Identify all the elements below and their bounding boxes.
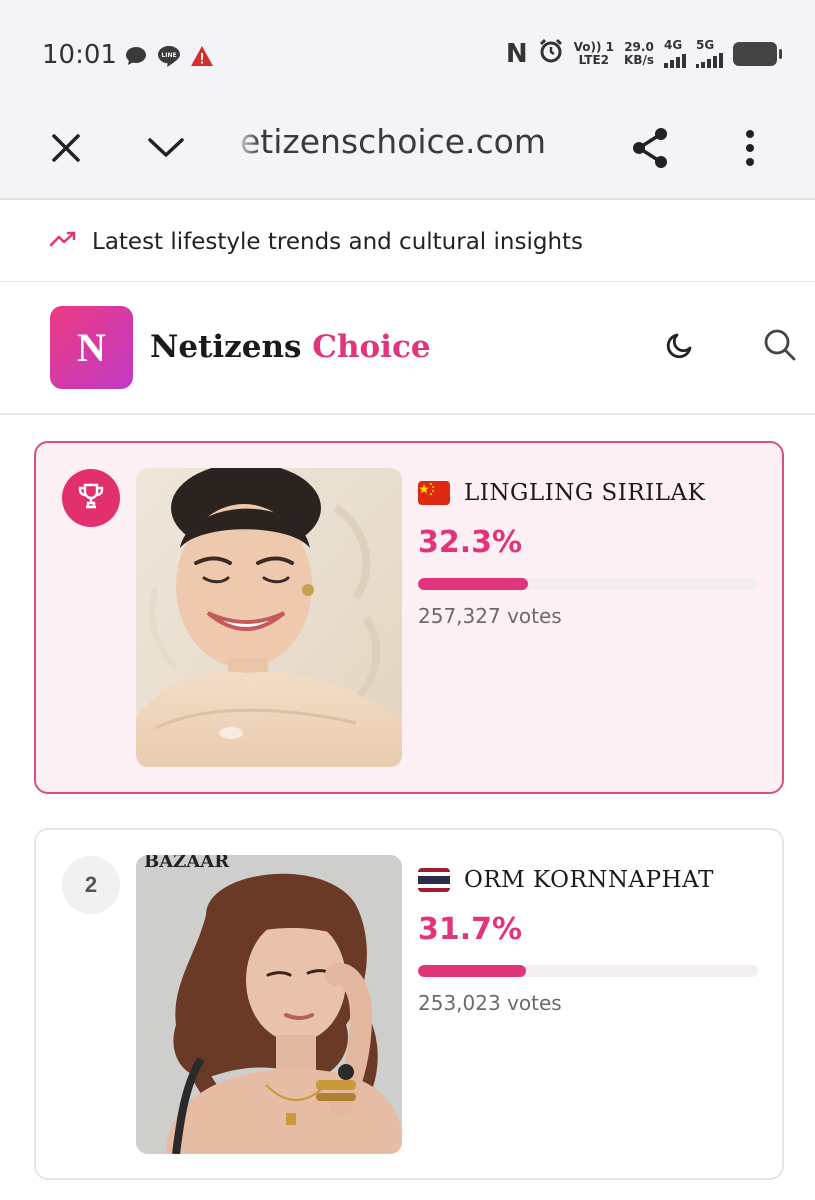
candidate-info: ORM KORNNAPHAT 31.7% 253,023 votes <box>418 864 758 1015</box>
moon-icon <box>664 329 696 366</box>
vote-progress-fill <box>418 965 526 977</box>
status-bar: 10:01 LINE N Vo)) 1 LTE2 29.0 KB/s 4G 5G <box>0 0 815 100</box>
trending-up-icon <box>49 231 76 252</box>
lte-label: LTE2 <box>578 52 610 67</box>
close-tab-button[interactable] <box>38 122 94 178</box>
svg-text:LINE: LINE <box>161 52 176 59</box>
share-button[interactable] <box>622 122 678 178</box>
more-options-button[interactable] <box>722 122 778 178</box>
rank-number: 2 <box>84 872 98 897</box>
trend-banner[interactable]: Latest lifestyle trends and cultural ins… <box>0 202 815 282</box>
system-icons: N Vo)) 1 LTE2 29.0 KB/s 4G 5G <box>506 38 782 69</box>
site-header: N Netizens Choice <box>0 283 815 415</box>
vote-progress-bar <box>418 965 758 977</box>
thailand-flag-icon <box>418 868 450 892</box>
net-speed: 29.0 KB/s <box>624 39 654 67</box>
candidate-info: LINGLING SIRILAK 32.3% 257,327 votes <box>418 477 758 628</box>
browser-toolbar: etizenschoice.com <box>0 100 815 200</box>
candidate-name-row: ORM KORNNAPHAT <box>418 864 758 896</box>
candidate-photo: BAZAAR <box>136 855 402 1154</box>
trend-text: Latest lifestyle trends and cultural ins… <box>92 228 584 255</box>
sim2-signal: 5G <box>696 39 723 68</box>
more-vertical-icon <box>745 129 755 171</box>
search-icon <box>763 328 797 367</box>
rank-badge: 2 <box>62 856 120 914</box>
line-app-icon: LINE <box>156 44 182 73</box>
volte-indicator: Vo)) 1 LTE2 <box>573 39 615 67</box>
volte-label: Vo)) 1 <box>573 39 615 54</box>
site-title[interactable]: Netizens Choice <box>150 329 431 365</box>
net-speed-value: 29.0 <box>624 39 654 54</box>
candidate-photo <box>136 468 402 767</box>
candidate-card[interactable]: 2 BAZAAR ORM KORNNAPHAT 31.7% 253,023 vo… <box>34 828 784 1180</box>
status-time: 10:01 <box>42 40 117 70</box>
signal-bars-icon <box>696 52 723 68</box>
url-display[interactable]: etizenschoice.com <box>234 122 546 162</box>
notification-icons: LINE <box>124 44 214 73</box>
nfc-letter: N <box>505 38 528 69</box>
logo-letter: N <box>77 325 106 370</box>
alarm-icon <box>538 38 564 69</box>
battery-icon <box>733 41 782 66</box>
signal-bars-icon <box>664 52 686 68</box>
warning-icon <box>190 45 214 72</box>
candidate-card[interactable]: LINGLING SIRILAK 32.3% 257,327 votes <box>34 441 784 794</box>
vote-count: 253,023 votes <box>418 991 562 1015</box>
collapse-button[interactable] <box>138 122 194 178</box>
vote-percentage: 32.3% <box>418 525 523 560</box>
nfc-icon: N <box>506 39 528 69</box>
vote-progress-bar <box>418 578 758 590</box>
chat-bubble-icon <box>124 44 148 73</box>
candidate-name: ORM KORNNAPHAT <box>464 867 714 893</box>
candidate-name: LINGLING SIRILAK <box>464 480 706 506</box>
sim1-type: 4G <box>664 38 683 52</box>
close-icon <box>50 132 82 169</box>
vote-percentage: 31.7% <box>418 912 523 947</box>
trophy-icon <box>76 481 106 516</box>
site-title-part2: Choice <box>312 329 431 365</box>
china-flag-icon <box>418 481 450 505</box>
net-speed-unit: KB/s <box>624 52 654 67</box>
vote-progress-fill <box>418 578 528 590</box>
dark-mode-toggle[interactable] <box>662 329 698 365</box>
chevron-down-icon <box>147 136 185 165</box>
sim2-type: 5G <box>696 38 715 52</box>
vote-count: 257,327 votes <box>418 604 562 628</box>
site-logo[interactable]: N <box>50 306 133 389</box>
rank-badge <box>62 469 120 527</box>
search-button[interactable] <box>762 329 798 365</box>
photo-caption: BAZAAR <box>144 855 230 872</box>
share-icon <box>630 126 670 175</box>
candidate-name-row: LINGLING SIRILAK <box>418 477 758 509</box>
site-title-part1: Netizens <box>150 329 302 365</box>
sim1-signal: 4G <box>664 39 686 68</box>
